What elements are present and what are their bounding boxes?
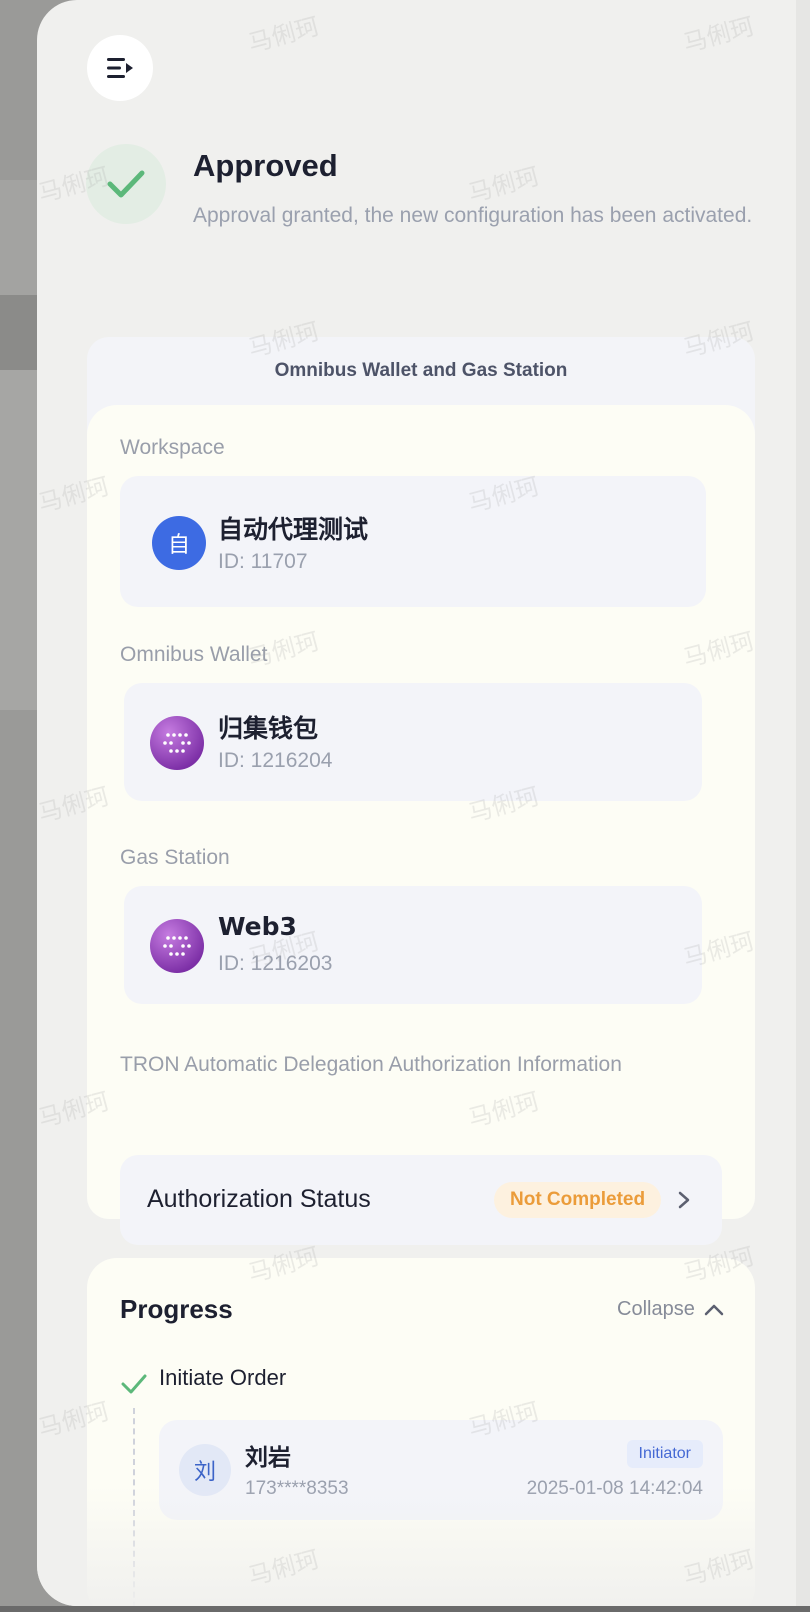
progress-card: Progress Collapse Initiate Order 刘 刘岩 17… <box>87 1258 755 1606</box>
gas-station-box[interactable]: Web3 ID: 1216203 <box>124 886 702 1004</box>
check-icon <box>121 1374 147 1394</box>
authorization-status-label: Authorization Status <box>147 1185 371 1213</box>
authorization-status-row[interactable]: Authorization Status Not Completed <box>120 1155 722 1245</box>
menu-collapse-button[interactable] <box>87 35 153 101</box>
step-connector <box>133 1408 135 1606</box>
workspace-avatar: 自 <box>152 516 206 570</box>
omnibus-wallet-label: Omnibus Wallet <box>120 643 268 666</box>
approval-drawer: Approved Approval granted, the new confi… <box>37 0 796 1606</box>
avatar: 刘 <box>179 1444 231 1496</box>
collapse-label: Collapse <box>617 1298 695 1320</box>
approved-status-icon <box>86 144 166 224</box>
workspace-box[interactable]: 自 自动代理测试 ID: 11707 <box>120 476 706 607</box>
watermark: 马俐珂 <box>465 162 543 208</box>
gas-station-label: Gas Station <box>120 846 230 869</box>
status-title: Approved <box>193 148 338 183</box>
step-title: Initiate Order <box>159 1365 287 1390</box>
backdrop-bottom <box>0 1606 810 1612</box>
gas-station-id: ID: 1216203 <box>218 952 333 975</box>
status-description: Approval granted, the new configuration … <box>193 204 753 227</box>
authorization-status-badge: Not Completed <box>494 1182 662 1218</box>
gas-station-name: Web3 <box>218 912 297 941</box>
check-icon <box>107 170 145 198</box>
watermark: 马俐珂 <box>245 12 323 58</box>
omnibus-wallet-avatar <box>150 716 204 770</box>
backdrop-stripe <box>0 180 40 295</box>
watermark: 马俐珂 <box>680 12 758 58</box>
tron-section-label: TRON Automatic Delegation Authorization … <box>120 1053 622 1076</box>
config-card-title: Omnibus Wallet and Gas Station <box>274 360 568 381</box>
timestamp: 2025-01-08 14:42:04 <box>526 1478 703 1499</box>
collapse-button[interactable]: Collapse <box>617 1298 725 1321</box>
workspace-name: 自动代理测试 <box>218 515 369 544</box>
config-card-body: Workspace 自 自动代理测试 ID: 11707 Omnibus Wal… <box>87 405 755 1245</box>
workspace-label: Workspace <box>120 436 225 459</box>
config-card: Omnibus Wallet and Gas Station Workspace… <box>87 337 755 1245</box>
backdrop-stripe <box>0 295 40 370</box>
role-badge: Initiator <box>626 1440 703 1468</box>
wallet-dots-icon <box>163 936 191 956</box>
chevron-up-icon <box>704 1304 724 1315</box>
progress-title: Progress <box>120 1294 233 1324</box>
backdrop-stripe <box>0 370 40 710</box>
omnibus-wallet-id: ID: 1216204 <box>218 749 333 772</box>
backdrop-right <box>796 0 810 1612</box>
chevron-right-icon <box>670 1186 698 1214</box>
menu-collapse-icon <box>107 58 133 78</box>
person-name: 刘岩 <box>245 1445 291 1471</box>
omnibus-wallet-box[interactable]: 归集钱包 ID: 1216204 <box>124 683 702 801</box>
workspace-id: ID: 11707 <box>218 550 308 573</box>
omnibus-wallet-name: 归集钱包 <box>218 714 319 743</box>
wallet-dots-icon <box>163 733 191 753</box>
gas-station-avatar <box>150 919 204 973</box>
person-phone: 173****8353 <box>245 1478 349 1499</box>
approver-card: 刘 刘岩 173****8353 Initiator 2025-01-08 14… <box>159 1420 723 1520</box>
